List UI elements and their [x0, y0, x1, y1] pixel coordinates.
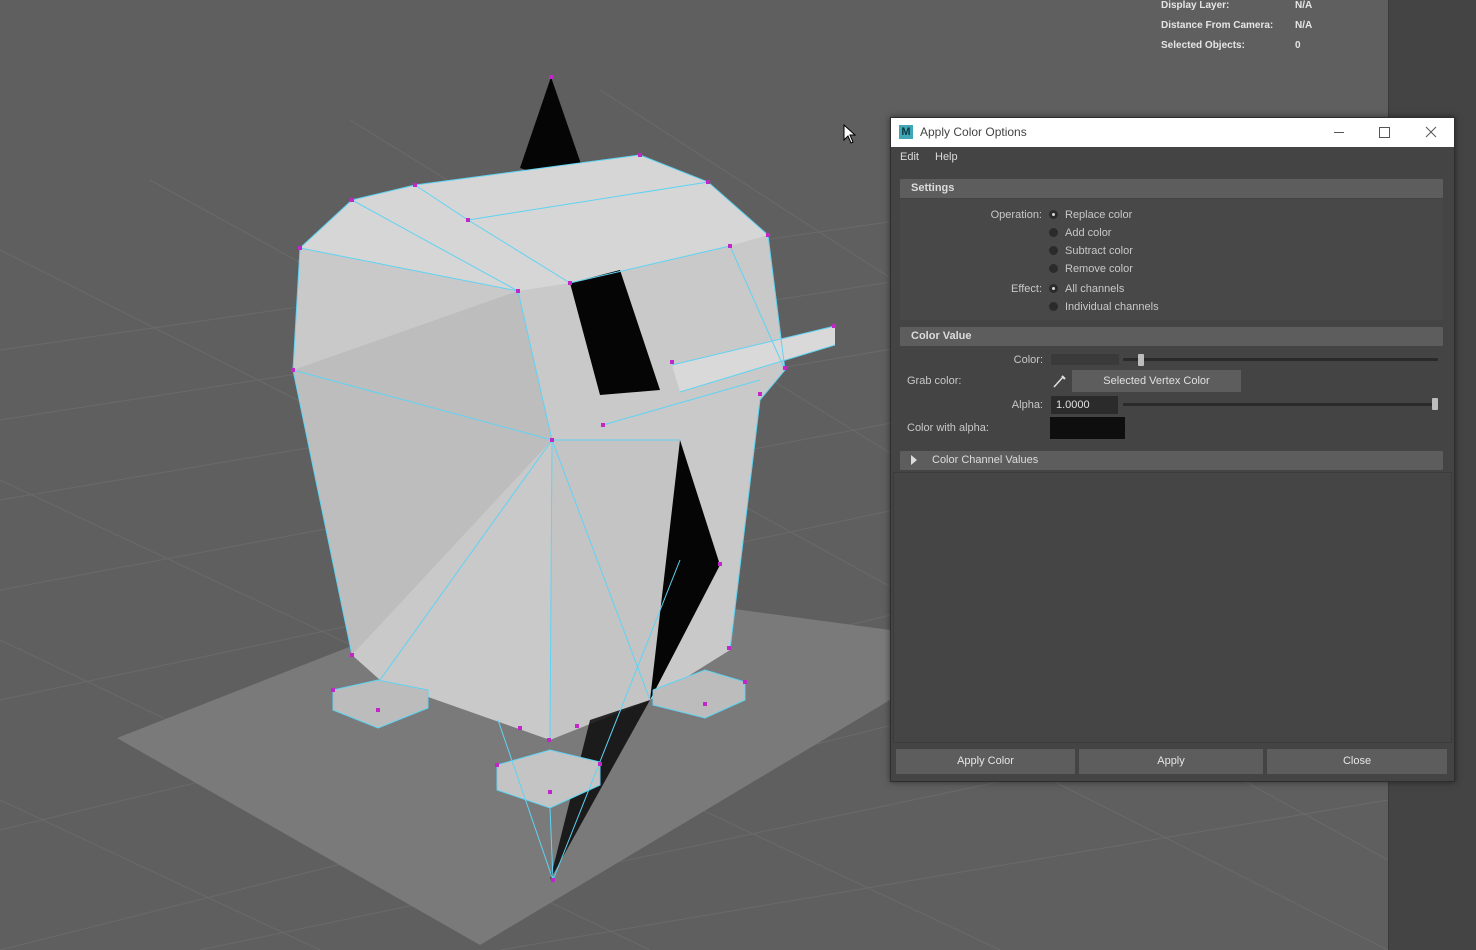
minimize-button[interactable] [1316, 118, 1362, 147]
operation-label: Operation: [990, 209, 1042, 221]
settings-header-label: Settings [911, 182, 955, 194]
radio-replace-color-label[interactable]: Replace color [1065, 209, 1132, 221]
alpha-input[interactable]: 1.0000 [1051, 396, 1118, 414]
alpha-slider-track[interactable] [1123, 403, 1438, 406]
color-channel-values-header[interactable]: Color Channel Values [900, 451, 1443, 470]
color-swatch[interactable] [1051, 354, 1119, 365]
radio-add-color-label[interactable]: Add color [1065, 227, 1111, 239]
apply-color-button[interactable]: Apply Color [896, 749, 1075, 774]
color-with-alpha-swatch [1050, 417, 1125, 439]
apply-button[interactable]: Apply [1079, 749, 1263, 774]
radio-subtract-color[interactable] [1049, 246, 1058, 255]
menu-bar: Edit Help [891, 147, 1454, 169]
dialog-title: Apply Color Options [920, 125, 1027, 139]
menu-edit[interactable]: Edit [900, 151, 919, 163]
hud-selected-objects-label: Selected Objects: [1161, 40, 1245, 51]
expand-arrow-icon[interactable] [911, 455, 917, 465]
color-label: Color: [1013, 354, 1043, 366]
maximize-button[interactable] [1361, 118, 1407, 147]
maya-app-icon: M [899, 125, 913, 139]
close-button[interactable]: Close [1267, 749, 1447, 774]
color-with-alpha-label: Color with alpha: [907, 422, 989, 434]
color-value-section-header[interactable]: Color Value [900, 327, 1443, 346]
alpha-label: Alpha: [1011, 399, 1043, 411]
minimize-icon [1334, 132, 1344, 133]
radio-individual-channels[interactable] [1049, 302, 1058, 311]
close-icon [1425, 126, 1437, 138]
hud-display-layer-label: Display Layer: [1161, 0, 1230, 11]
eyedropper-icon[interactable] [1051, 373, 1067, 389]
color-slider-track[interactable] [1123, 358, 1438, 361]
color-value-header-label: Color Value [911, 330, 972, 342]
hud-selected-objects-value: 0 [1295, 40, 1301, 51]
selected-vertex-color-button[interactable]: Selected Vertex Color [1072, 370, 1241, 392]
options-empty-area [893, 472, 1452, 743]
radio-all-channels[interactable] [1049, 284, 1058, 293]
radio-subtract-color-label[interactable]: Subtract color [1065, 245, 1133, 257]
title-bar[interactable]: M Apply Color Options [891, 118, 1454, 147]
radio-all-channels-label[interactable]: All channels [1065, 283, 1124, 295]
color-channel-values-label: Color Channel Values [932, 454, 1039, 466]
radio-remove-color-label[interactable]: Remove color [1065, 263, 1133, 275]
hud-distance-label: Distance From Camera: [1161, 20, 1274, 31]
alpha-slider-handle[interactable] [1432, 398, 1438, 410]
grab-color-label: Grab color: [907, 375, 962, 387]
settings-section-header[interactable]: Settings [900, 179, 1443, 198]
hud-display-layer-value: N/A [1295, 0, 1313, 11]
radio-individual-channels-label[interactable]: Individual channels [1065, 301, 1159, 313]
settings-section-body: Operation: Replace color Add color Subtr… [900, 199, 1443, 320]
radio-remove-color[interactable] [1049, 264, 1058, 273]
apply-color-options-dialog: M Apply Color Options Edit Help Settings… [890, 117, 1455, 782]
effect-label: Effect: [1011, 283, 1042, 295]
hud-distance-value: N/A [1295, 20, 1313, 31]
radio-replace-color[interactable] [1049, 210, 1058, 219]
color-slider-handle[interactable] [1138, 354, 1145, 366]
menu-help[interactable]: Help [935, 151, 958, 163]
radio-add-color[interactable] [1049, 228, 1058, 237]
maximize-icon [1379, 127, 1390, 138]
close-window-button[interactable] [1408, 118, 1454, 147]
mouse-cursor-icon [843, 123, 857, 147]
